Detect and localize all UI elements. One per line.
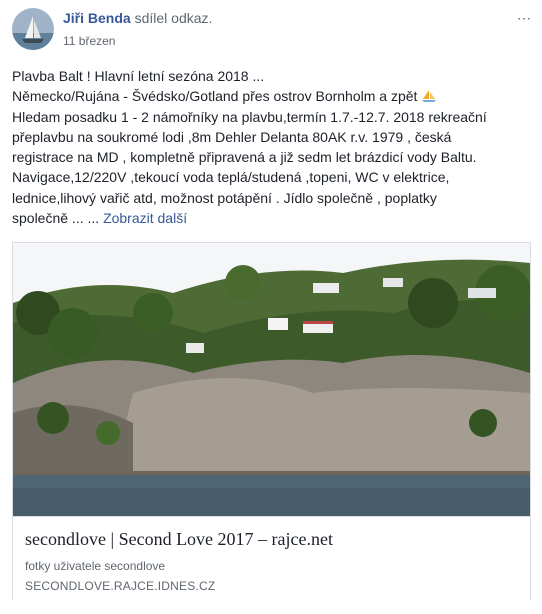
post-card: Jiři Benda sdílel odkaz. 11 březen ⋯ Pla… bbox=[0, 0, 542, 614]
link-preview-info[interactable]: secondlove | Second Love 2017 – rajce.ne… bbox=[13, 516, 530, 600]
post-action-text: sdílel odkaz. bbox=[134, 10, 213, 26]
sailboat-avatar-image bbox=[12, 8, 54, 50]
post-text-line: Německo/Rujána - Švédsko/Gotland přes os… bbox=[12, 86, 532, 106]
link-description: fotky uživatele secondlove bbox=[25, 559, 166, 573]
link-preview-card[interactable]: secondlove | Second Love 2017 – rajce.ne… bbox=[12, 242, 531, 600]
author-name[interactable]: Jiři Benda bbox=[63, 10, 131, 26]
see-more-link[interactable]: Zobrazit další bbox=[103, 210, 187, 226]
more-options-icon[interactable]: ⋯ bbox=[517, 10, 532, 27]
post-text-line: registrace na MD , kompletně připravená … bbox=[12, 149, 477, 166]
link-preview-image[interactable] bbox=[13, 243, 530, 516]
post-header: Jiři Benda sdílel odkaz. bbox=[63, 9, 212, 27]
sailboat-emoji-icon bbox=[422, 90, 437, 103]
post-text-line: lednice,lihový vařič atd, možnost potápě… bbox=[12, 189, 437, 206]
post-text: Plavba Balt ! Hlavní letní sezóna 2018 .… bbox=[12, 66, 532, 228]
link-title[interactable]: secondlove | Second Love 2017 – rajce.ne… bbox=[25, 529, 333, 550]
post-text-line: Hledam posadku 1 - 2 námořníky na plavbu… bbox=[12, 108, 487, 125]
post-text-line: společně ... ... Zobrazit další bbox=[12, 210, 188, 227]
profile-avatar[interactable] bbox=[12, 8, 54, 50]
post-text-line: Navigace,12/220V ,tekoucí voda teplá/stu… bbox=[12, 169, 450, 186]
post-text-line: Plavba Balt ! Hlavní letní sezóna 2018 .… bbox=[12, 68, 265, 84]
post-text-line: přeplavbu na soukromé lodi ,8m Dehler De… bbox=[12, 128, 452, 145]
post-timestamp[interactable]: 11 březen bbox=[63, 34, 115, 48]
link-domain: SECONDLOVE.RAJCE.IDNES.CZ bbox=[25, 579, 216, 593]
coastline-photo bbox=[13, 243, 530, 516]
